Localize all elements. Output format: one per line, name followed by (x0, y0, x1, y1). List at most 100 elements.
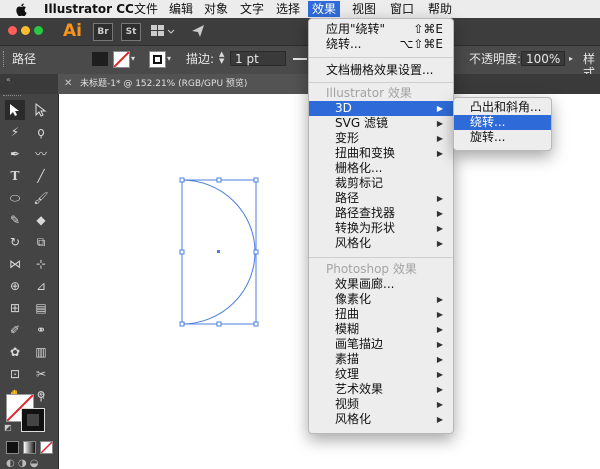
handle-bottom-middle[interactable] (216, 321, 222, 327)
menu-item-blur[interactable]: 模糊 ▶ (309, 322, 453, 337)
stock-button[interactable]: St (121, 23, 141, 41)
menu-item-brush-strokes[interactable]: 画笔描边 ▶ (309, 337, 453, 352)
handle-top-right[interactable] (253, 177, 259, 183)
apple-icon[interactable] (16, 3, 27, 16)
stroke-chevron-icon[interactable]: ▾ (167, 54, 171, 63)
menu-item-last-effect[interactable]: 绕转... ⌥⇧⌘E (309, 37, 453, 52)
menu-type[interactable]: 文字 (240, 1, 264, 17)
eyedropper-tool[interactable]: ✐ (5, 320, 25, 340)
menu-item-rasterize[interactable]: 栅格化... (309, 161, 453, 176)
minimize-window-button[interactable] (21, 26, 30, 35)
handle-top-left[interactable] (179, 177, 185, 183)
menu-item-convert-to-shape[interactable]: 转换为形状 ▶ (309, 221, 453, 236)
menu-effect[interactable]: 效果 (308, 1, 341, 17)
bridge-button[interactable]: Br (93, 23, 113, 41)
width-tool[interactable]: ⋈ (5, 254, 25, 274)
gradient-tool[interactable]: ▤ (31, 298, 51, 318)
last-effect-shortcut: ⌥⇧⌘E (399, 37, 443, 51)
menu-item-raster-settings[interactable]: 文档栅格效果设置... (309, 63, 453, 78)
fill-swatch[interactable] (113, 51, 130, 68)
handle-bottom-left[interactable] (179, 321, 185, 327)
blend-tool[interactable]: ⚭ (31, 320, 51, 340)
eraser-tool[interactable]: ◆ (31, 210, 51, 230)
collapse-panel-icon[interactable]: « (6, 76, 11, 84)
zoom-window-button[interactable] (34, 26, 43, 35)
default-colors-icon[interactable]: ◩ (4, 423, 12, 432)
type-tool[interactable]: T (5, 166, 25, 186)
menu-item-warp[interactable]: 变形 ▶ (309, 131, 453, 146)
panel-grip[interactable] (3, 51, 8, 67)
handle-top-middle[interactable] (216, 177, 222, 183)
drawing-modes-icon[interactable]: ◐ ◑ ◒ (6, 458, 39, 469)
none-mode-button[interactable] (40, 441, 53, 454)
menu-item-pathfinder[interactable]: 路径查找器 ▶ (309, 206, 453, 221)
line-tool[interactable]: ╱ (31, 166, 51, 186)
menu-help[interactable]: 帮助 (428, 1, 452, 17)
free-transform-tool[interactable]: ⊹ (31, 254, 51, 274)
stroke-indicator[interactable] (21, 408, 45, 432)
menu-item-path[interactable]: 路径 ▶ (309, 191, 453, 206)
scale-tool[interactable]: ⧉ (31, 232, 51, 252)
handle-middle-right[interactable] (253, 249, 259, 255)
paintbrush-tool[interactable]: 🖌 (31, 188, 51, 208)
fill-type-swatch[interactable] (92, 52, 108, 66)
menu-item-distort-transform[interactable]: 扭曲和变换 ▶ (309, 146, 453, 161)
menu-object[interactable]: 对象 (204, 1, 228, 17)
menu-item-effect-gallery[interactable]: 效果画廊... (309, 277, 453, 292)
graph-tool[interactable]: ▥ (31, 342, 51, 362)
opacity-input[interactable]: 100% (521, 51, 565, 66)
color-mode-button[interactable] (6, 441, 19, 454)
magic-wand-tool[interactable]: ⚡ (5, 122, 25, 142)
stroke-weight-stepper[interactable]: ▲ ▼ (219, 51, 227, 66)
stroke-profile-preview[interactable] (293, 58, 307, 60)
shaper-tool[interactable]: ✎ (5, 210, 25, 230)
mesh-tool[interactable]: ⊞ (5, 298, 25, 318)
menu-edit[interactable]: 编辑 (169, 1, 193, 17)
arrange-documents-button[interactable] (149, 23, 175, 39)
menu-item-stylize-photoshop[interactable]: 风格化 ▶ (309, 412, 453, 427)
menu-item-crop-marks[interactable]: 裁剪标记 (309, 176, 453, 191)
menu-file[interactable]: 文件 (134, 1, 158, 17)
menu-item-sketch[interactable]: 素描 ▶ (309, 352, 453, 367)
lasso-tool[interactable]: ϙ (31, 122, 51, 142)
menu-item-texture[interactable]: 纹理 ▶ (309, 367, 453, 382)
direct-selection-tool[interactable] (31, 100, 51, 120)
menu-window[interactable]: 窗口 (390, 1, 414, 17)
close-window-button[interactable] (8, 26, 17, 35)
stroke-weight-input[interactable]: 1 pt (230, 51, 286, 66)
menu-item-pixelate[interactable]: 像素化 ▶ (309, 292, 453, 307)
menu-item-svg-filters[interactable]: SVG 滤镜 ▶ (309, 116, 453, 131)
ellipse-tool[interactable]: ⬭ (5, 188, 25, 208)
swap-fill-stroke-icon[interactable]: ↰ (38, 392, 46, 402)
symbol-sprayer-tool[interactable]: ✿ (5, 342, 25, 362)
send-button[interactable] (190, 23, 206, 39)
menu-item-video[interactable]: 视频 ▶ (309, 397, 453, 412)
handle-bottom-right[interactable] (253, 321, 259, 327)
slice-tool[interactable]: ✂ (31, 364, 51, 384)
type-icon: T (10, 169, 20, 183)
menu-item-distort[interactable]: 扭曲 ▶ (309, 307, 453, 322)
stroke-swatch[interactable] (149, 51, 166, 68)
shape-builder-tool[interactable]: ⊕ (5, 276, 25, 296)
handle-middle-left[interactable] (179, 249, 185, 255)
menu-item-extrude-bevel[interactable]: 凸出和斜角... (454, 100, 551, 115)
selection-tool[interactable] (5, 100, 25, 120)
menu-app-name[interactable]: Illustrator CC (44, 1, 134, 17)
gradient-mode-button[interactable] (23, 441, 36, 454)
menu-item-stylize-illustrator[interactable]: 风格化 ▶ (309, 236, 453, 251)
close-tab-icon[interactable]: ✕ (64, 77, 72, 90)
pen-tool[interactable]: ✒ (5, 144, 25, 164)
menu-select[interactable]: 选择 (276, 1, 300, 17)
menu-item-rotate[interactable]: 旋转... (454, 130, 551, 145)
rotate-tool[interactable]: ↻ (5, 232, 25, 252)
menu-item-artistic[interactable]: 艺术效果 ▶ (309, 382, 453, 397)
menu-view[interactable]: 视图 (352, 1, 376, 17)
perspective-grid-tool[interactable]: ⊿ (31, 276, 51, 296)
menu-item-3d[interactable]: 3D ▶ (309, 101, 453, 116)
curvature-tool[interactable]: 〰 (31, 144, 51, 164)
menu-item-apply-last-effect[interactable]: 应用"绕转" ⇧⌘E (309, 22, 453, 37)
artboard-tool[interactable]: ⊡ (5, 364, 25, 384)
opacity-chevron-icon[interactable]: ▸ (569, 54, 573, 63)
menu-item-revolve[interactable]: 绕转... (454, 115, 551, 130)
fill-chevron-icon[interactable]: ▾ (131, 54, 135, 63)
